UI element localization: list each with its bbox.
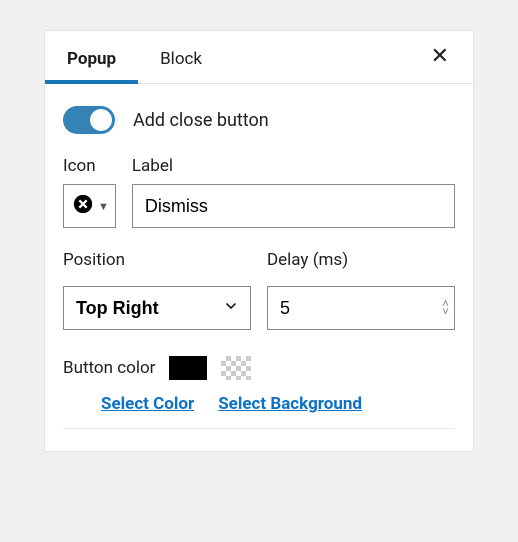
label-field-title: Label: [132, 156, 455, 176]
delay-field-title: Delay (ms): [267, 250, 455, 270]
close-circle-icon: [72, 193, 94, 220]
panel-content: Add close button Icon ▼ Label Position: [45, 84, 473, 451]
color-swatch-transparent[interactable]: [221, 356, 251, 380]
tab-popup[interactable]: Popup: [45, 31, 138, 83]
toggle-label: Add close button: [133, 110, 269, 131]
stepper-down-icon: ˅: [442, 308, 449, 316]
position-delay-row: Position Delay (ms) ˄ ˅: [63, 250, 455, 330]
toggle-knob: [90, 109, 112, 131]
toggle-row-close-button: Add close button: [63, 106, 455, 134]
add-close-button-toggle[interactable]: [63, 106, 115, 134]
icon-dropdown[interactable]: ▼: [63, 184, 116, 228]
icon-field-title: Icon: [63, 156, 116, 176]
settings-panel: Popup Block ✕ Add close button Icon ▼ L: [44, 30, 474, 452]
tab-block[interactable]: Block: [138, 31, 224, 83]
select-background-link[interactable]: Select Background: [218, 394, 362, 414]
delay-input[interactable]: [267, 286, 455, 330]
select-color-link[interactable]: Select Color: [101, 394, 194, 414]
chevron-down-icon: ▼: [98, 200, 109, 213]
position-select[interactable]: [63, 286, 251, 330]
close-icon[interactable]: ✕: [425, 40, 455, 74]
label-input[interactable]: [132, 184, 455, 228]
icon-label-row: Icon ▼ Label: [63, 156, 455, 228]
color-links-row: Select Color Select Background: [63, 394, 455, 429]
position-field: Position: [63, 250, 251, 330]
button-color-row: Button color: [63, 356, 455, 380]
icon-field: Icon ▼: [63, 156, 116, 228]
button-color-title: Button color: [63, 358, 155, 378]
delay-field: Delay (ms) ˄ ˅: [267, 250, 455, 330]
tabs-bar: Popup Block ✕: [45, 31, 473, 84]
label-field: Label: [132, 156, 455, 228]
number-stepper[interactable]: ˄ ˅: [442, 300, 449, 317]
position-field-title: Position: [63, 250, 251, 270]
color-swatch-solid[interactable]: [169, 356, 207, 380]
